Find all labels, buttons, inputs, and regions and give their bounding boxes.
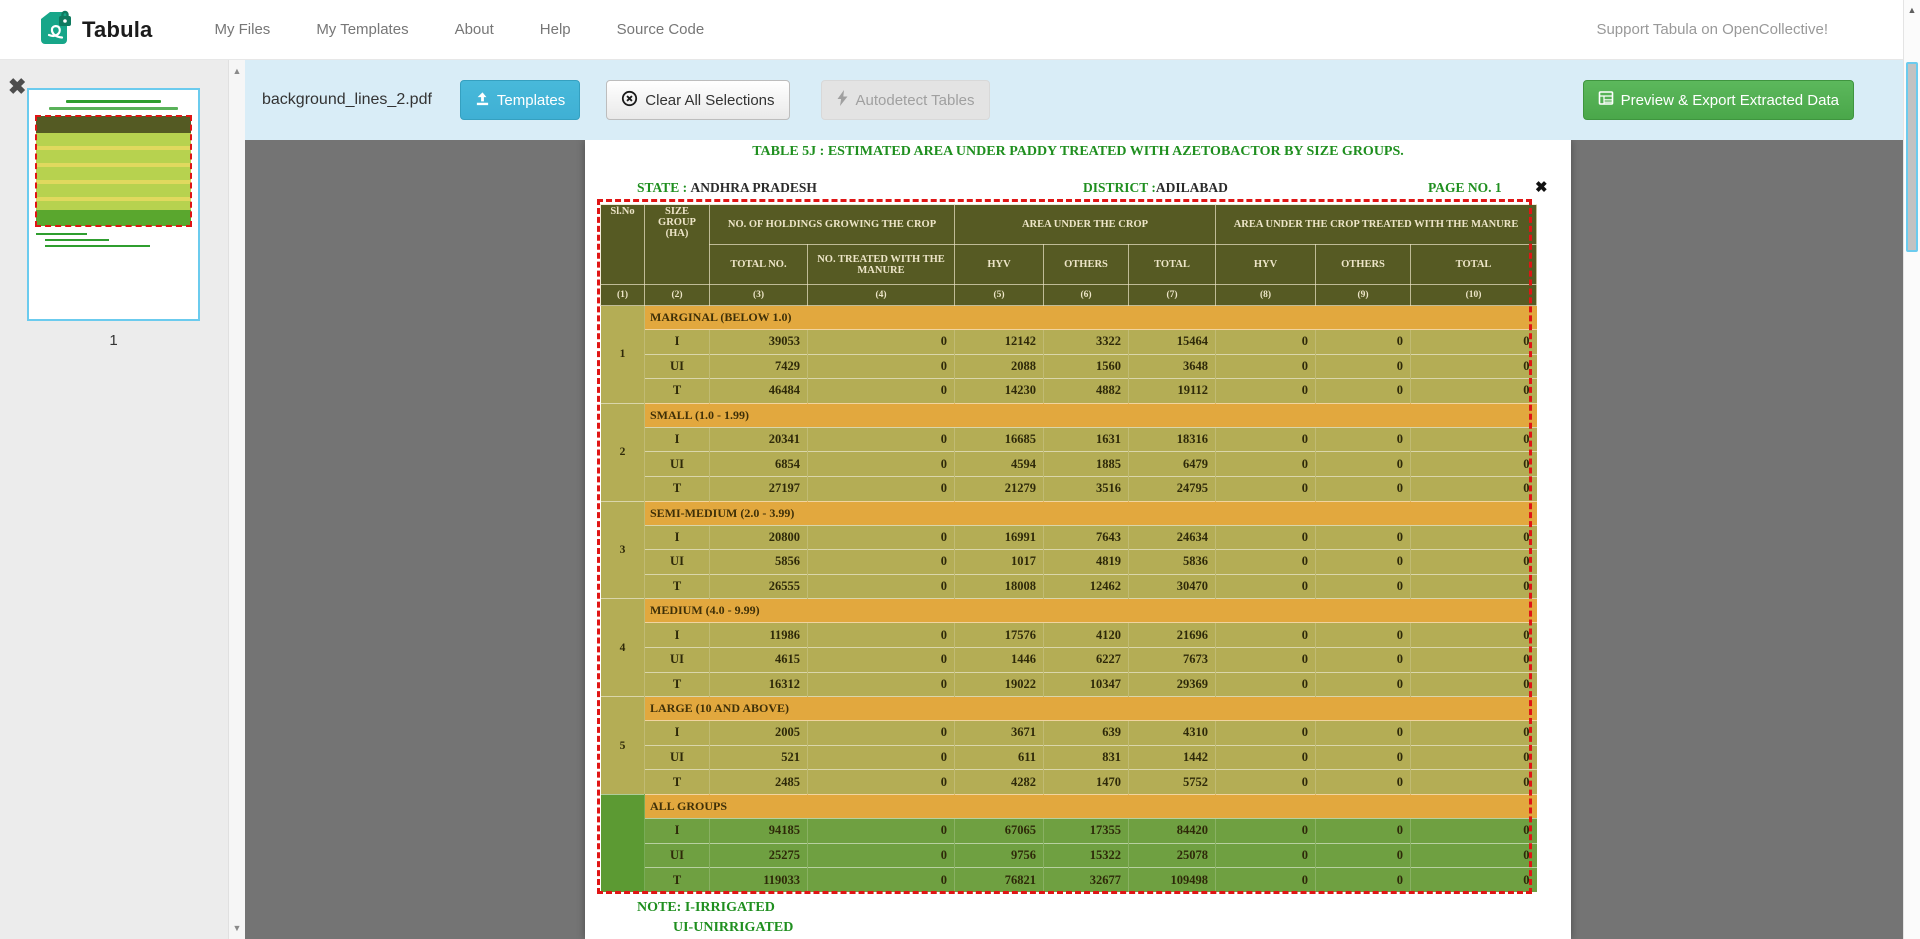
clear-button-label: Clear All Selections [645, 92, 774, 109]
navbar: Tabula My Files My Templates About Help … [0, 0, 1920, 60]
export-button-label: Preview & Export Extracted Data [1621, 92, 1839, 109]
pdf-page[interactable]: TABLE 5J : ESTIMATED AREA UNDER PADDY TR… [585, 140, 1571, 939]
thumb-selection-overlay [35, 115, 192, 227]
pdf-note-line1: NOTE: I-IRRIGATED [637, 900, 775, 916]
autodetect-tables-button[interactable]: Autodetect Tables [821, 80, 990, 120]
scrollbar-thumb[interactable] [1906, 62, 1918, 252]
brand-name: Tabula [82, 17, 152, 43]
scroll-down-icon[interactable]: ▼ [229, 923, 245, 933]
pdf-viewer: TABLE 5J : ESTIMATED AREA UNDER PADDY TR… [245, 140, 1903, 939]
nav-item-about[interactable]: About [455, 21, 494, 38]
window-scrollbar[interactable]: ▲ [1903, 0, 1920, 939]
thumb-subtitle-line [49, 107, 177, 110]
remove-page-icon[interactable]: ✖ [8, 76, 26, 98]
nav-item-help[interactable]: Help [540, 21, 571, 38]
pdf-table-title: TABLE 5J : ESTIMATED AREA UNDER PADDY TR… [585, 144, 1571, 160]
lightning-bolt-icon [836, 90, 849, 110]
templates-icon [475, 91, 490, 110]
preview-export-button[interactable]: Preview & Export Extracted Data [1583, 80, 1854, 120]
state-field: STATE : ANDHRA PRADESH [637, 180, 817, 196]
thumb-note-line [36, 233, 87, 235]
nav-item-my-files[interactable]: My Files [214, 21, 270, 38]
selection-close-icon[interactable]: ✖ [1535, 178, 1548, 196]
brand[interactable]: Tabula [40, 9, 152, 50]
table-list-icon [1598, 90, 1614, 110]
toolbar: background_lines_2.pdf Templates Clear A… [245, 60, 1903, 140]
sidebar: ✖ 1 [0, 60, 228, 939]
nav-item-my-templates[interactable]: My Templates [316, 21, 408, 38]
table-selection-overlay[interactable] [597, 199, 1532, 894]
tabula-logo-icon [40, 9, 72, 50]
scroll-up-icon[interactable]: ▲ [1904, 5, 1920, 15]
autodetect-button-label: Autodetect Tables [856, 92, 975, 109]
district-field: DISTRICT :ADILABAD [1083, 180, 1228, 196]
page-thumbnail[interactable] [27, 88, 200, 321]
thumb-table [36, 116, 191, 226]
templates-button-label: Templates [497, 92, 565, 109]
clear-selections-icon [621, 90, 638, 111]
support-link[interactable]: Support Tabula on OpenCollective! [1596, 21, 1828, 38]
thumb-note-line [45, 239, 109, 241]
clear-all-selections-button[interactable]: Clear All Selections [606, 80, 789, 120]
thumb-title-line [66, 100, 161, 103]
page-number-field: PAGE NO. 1 [1428, 180, 1502, 196]
nav-links: My Files My Templates About Help Source … [214, 21, 704, 38]
document-filename: background_lines_2.pdf [262, 91, 432, 109]
sidebar-scrollbar[interactable]: ▲ ▼ [228, 60, 245, 939]
templates-button[interactable]: Templates [460, 80, 580, 120]
nav-item-source-code[interactable]: Source Code [617, 21, 705, 38]
tabula-app: { "navbar": { "brand": "Tabula", "items"… [0, 0, 1920, 939]
thumb-note-line [45, 245, 150, 247]
scroll-up-icon[interactable]: ▲ [229, 66, 245, 76]
thumbnail-page-number: 1 [27, 332, 200, 349]
pdf-note-line2: UI-UNIRRIGATED [673, 920, 793, 936]
